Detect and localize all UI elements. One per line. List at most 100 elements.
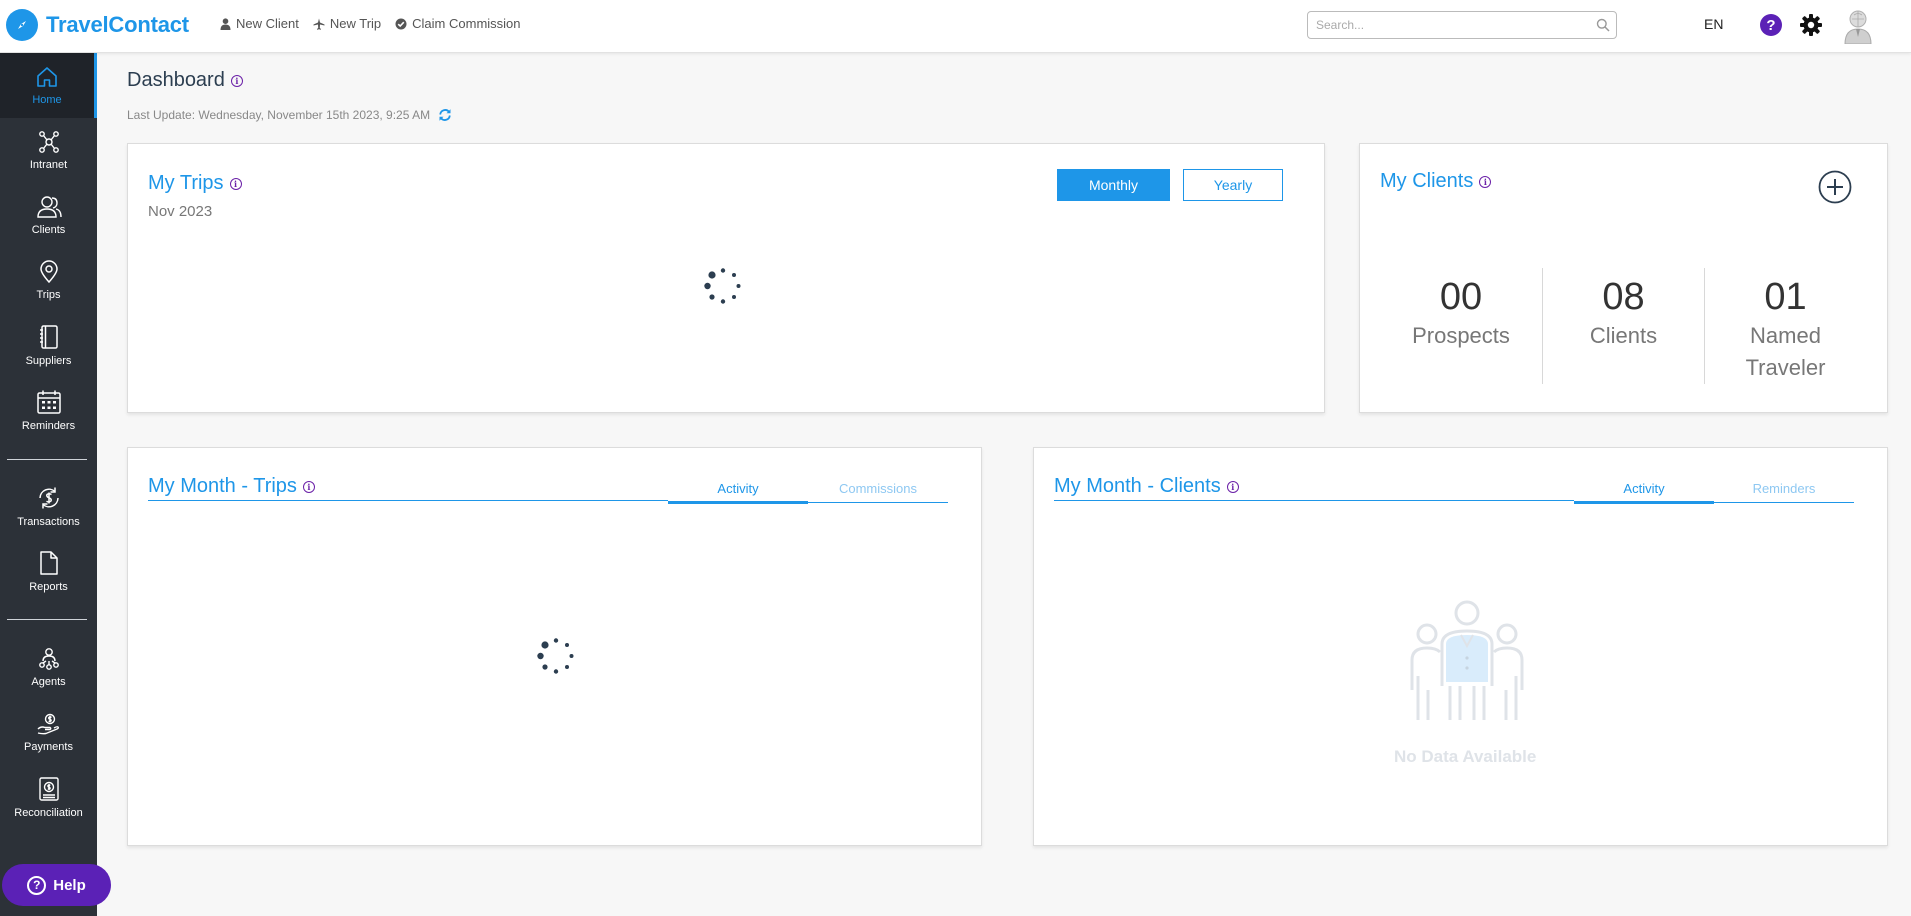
refresh-icon[interactable] [438,108,452,122]
info-icon[interactable]: i [302,480,315,493]
book-icon [39,324,58,349]
month-clients-title-text: My Month - Clients [1054,475,1221,497]
stat-value: 08 [1602,276,1645,318]
tab-activity[interactable]: Activity [1574,481,1714,504]
claim-commission-label: Claim Commission [412,16,521,31]
sidebar-item-label: Trips [36,288,61,301]
dollar-cycle-icon [38,487,59,508]
sidebar-item-reconciliation[interactable]: Reconciliation [0,765,97,829]
sidebar-divider [7,619,87,620]
sidebar-item-label: Intranet [29,158,68,171]
sidebar-item-label: Reminders [21,419,76,432]
tab-commissions[interactable]: Commissions [808,481,948,502]
map-pin-icon [39,259,58,283]
sidebar-item-reminders[interactable]: Reminders [0,378,97,442]
user-icon [220,17,231,30]
sidebar-item-label: Transactions [17,515,80,528]
month-clients-card: My Month - Clients i Activity Reminders … [1033,447,1888,846]
calendar-icon [36,390,61,414]
claim-commission-link[interactable]: Claim Commission [395,16,521,31]
empty-state-text: No Data Available [1394,747,1537,766]
last-update-text: Last Update: Wednesday, November 15th 20… [127,108,431,122]
month-clients-title: My Month - Clients i [1054,475,1239,498]
new-trip-label: New Trip [329,16,382,31]
search-box [1307,11,1617,39]
sidebar-item-label: Suppliers [25,354,72,367]
tab-activity[interactable]: Activity [668,481,808,504]
agents-icon [38,647,59,670]
new-trip-link[interactable]: New Trip [313,16,381,31]
my-trips-title: My Trips i [148,172,242,195]
plane-icon [313,18,325,30]
info-icon[interactable]: i [1479,175,1492,188]
document-icon [39,550,58,575]
loading-spinner-icon [537,638,574,674]
loading-spinner-icon [704,268,741,304]
question-icon[interactable]: ? [1760,14,1782,36]
add-client-icon[interactable] [1818,170,1852,204]
month-trips-title: My Month - Trips i [148,475,315,498]
sidebar-item-agents[interactable]: Agents [0,635,97,699]
check-circle-icon [395,18,407,29]
sidebar-item-clients[interactable]: Clients [0,183,97,247]
stat-label: Clients [1589,323,1658,348]
sidebar-item-transactions[interactable]: Transactions [0,474,97,538]
stat-value: 01 [1764,276,1807,318]
page-title-text: Dashboard [127,69,225,91]
home-icon [37,67,57,87]
monthly-button[interactable]: Monthly [1057,169,1170,201]
my-clients-card: My Clients i 00 Prospects 08 Clients 01 … [1359,143,1888,413]
stat-label: Named Traveler [1745,323,1826,380]
tab-reminders[interactable]: Reminders [1714,481,1854,502]
my-trips-title-text: My Trips [148,172,224,194]
language-selector[interactable]: EN [1704,16,1723,32]
network-icon [38,130,59,153]
gear-icon[interactable] [1799,13,1823,37]
quick-links: New Client New Trip Claim Commission [220,16,521,31]
reconciliation-icon [38,776,59,801]
month-clients-tabs: Activity Reminders [1574,481,1854,504]
sidebar-item-reports[interactable]: Reports [0,539,97,603]
client-stats: 00 Prospects 08 Clients 01 Named Travele… [1380,268,1866,384]
new-client-link[interactable]: New Client [220,16,299,31]
yearly-button[interactable]: Yearly [1183,169,1283,201]
title-underline [1054,500,1574,501]
stat-named-traveler[interactable]: 01 Named Traveler [1704,268,1866,384]
sidebar-divider [7,459,87,460]
help-button[interactable]: ? Help [2,864,111,906]
sidebar-item-label: Home [32,94,62,106]
my-clients-title: My Clients i [1380,170,1492,193]
app-logo[interactable]: TravelContact [6,9,189,41]
stat-label: Prospects [1412,323,1510,348]
last-update: Last Update: Wednesday, November 15th 20… [127,108,452,122]
title-underline [148,500,668,501]
sidebar: Home Intranet Clients Trips Suppliers Re… [0,53,97,916]
info-icon[interactable]: i [229,177,242,190]
search-input[interactable] [1308,12,1588,38]
question-icon: ? [27,875,47,895]
sidebar-item-label: Payments [24,740,73,753]
sidebar-item-label: Agents [31,675,66,688]
clients-icon [36,195,62,218]
help-label: Help [53,876,86,894]
sidebar-item-trips[interactable]: Trips [0,248,97,312]
sidebar-item-label: Reconciliation [14,806,83,819]
search-icon[interactable] [1596,18,1610,32]
hand-money-icon [37,713,59,734]
info-icon[interactable]: i [1226,480,1239,493]
my-trips-card: My Trips i Nov 2023 Monthly Yearly [127,143,1325,413]
sidebar-item-label: Clients [31,223,66,236]
month-trips-card: My Month - Trips i Activity Commissions [127,447,982,846]
trips-period: Nov 2023 [148,203,213,220]
sidebar-item-home[interactable]: Home [0,53,97,118]
sidebar-item-suppliers[interactable]: Suppliers [0,313,97,377]
sidebar-item-intranet[interactable]: Intranet [0,118,97,182]
sidebar-item-payments[interactable]: Payments [0,700,97,764]
user-avatar-icon[interactable] [1843,10,1873,44]
stat-value: 00 [1439,276,1483,318]
compass-icon [6,9,38,41]
stat-clients[interactable]: 08 Clients [1542,268,1704,384]
stat-prospects[interactable]: 00 Prospects [1380,268,1542,384]
info-icon[interactable]: i [230,74,243,87]
sidebar-item-label: Reports [29,580,68,593]
